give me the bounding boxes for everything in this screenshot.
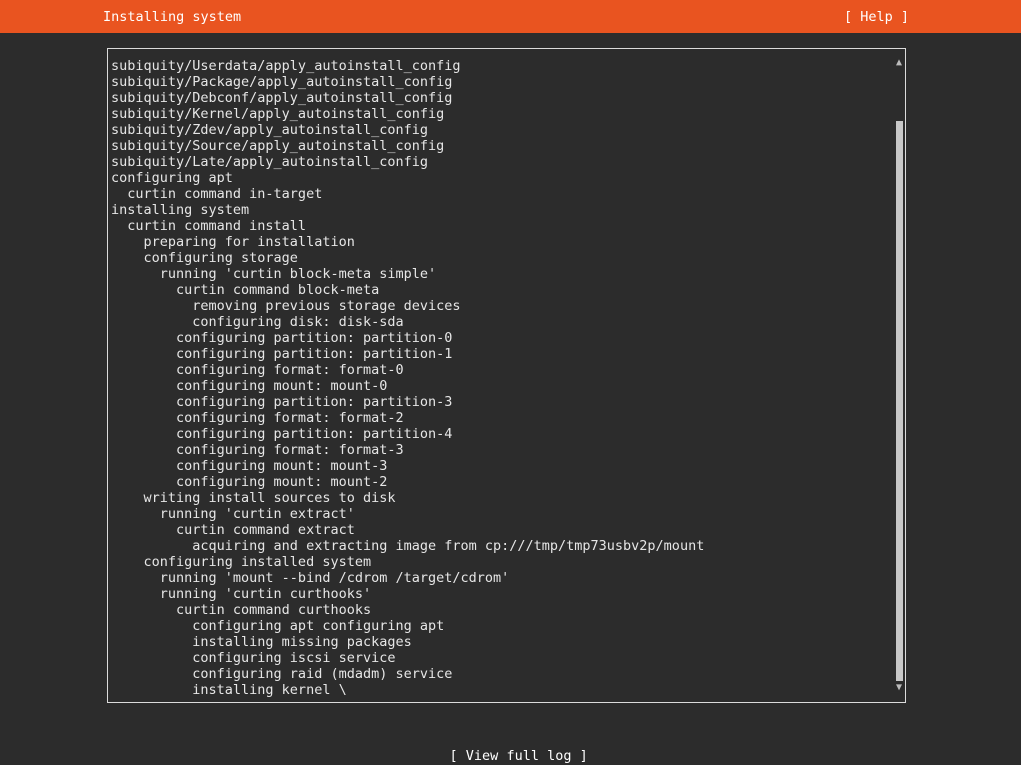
install-log-list: subiquity/Userdata/apply_autoinstall_con… [111, 58, 704, 698]
log-line: curtin command extract [111, 522, 355, 538]
log-line: removing previous storage devices [111, 298, 461, 314]
log-line: subiquity/Debconf/apply_autoinstall_conf… [111, 90, 453, 106]
log-line: running 'curtin block-meta simple' [111, 266, 437, 282]
log-line: configuring disk: disk-sda [111, 314, 404, 330]
log-line: subiquity/Kernel/apply_autoinstall_confi… [111, 106, 445, 122]
help-button[interactable]: [ Help ] [844, 8, 909, 26]
scroll-down-icon[interactable]: ▼ [894, 682, 904, 694]
log-line: installing system [111, 202, 250, 218]
log-line: configuring installed system [111, 554, 372, 570]
log-line: configuring mount: mount-3 [111, 458, 388, 474]
log-line: configuring partition: partition-1 [111, 346, 453, 362]
log-line: subiquity/Late/apply_autoinstall_config [111, 154, 428, 170]
log-line: curtin command install [111, 218, 307, 234]
log-line: curtin command curthooks [111, 602, 372, 618]
log-line: writing install sources to disk [111, 490, 396, 506]
log-line: configuring apt configuring apt [111, 618, 445, 634]
log-line: running 'curtin extract' [111, 506, 355, 522]
header-bar: Installing system [ Help ] [0, 0, 1021, 33]
view-full-log-button[interactable]: [ View full log ] [450, 748, 588, 764]
log-line: installing missing packages [111, 634, 412, 650]
log-line: configuring iscsi service [111, 650, 396, 666]
log-line: subiquity/Userdata/apply_autoinstall_con… [111, 58, 461, 74]
scrollbar-thumb[interactable] [896, 121, 903, 681]
log-line: configuring format: format-0 [111, 362, 404, 378]
log-line: preparing for installation [111, 234, 355, 250]
log-line: curtin command in-target [111, 186, 323, 202]
log-line: subiquity/Package/apply_autoinstall_conf… [111, 74, 453, 90]
log-line: configuring partition: partition-3 [111, 394, 453, 410]
log-line: configuring mount: mount-2 [111, 474, 388, 490]
log-line: configuring apt [111, 170, 233, 186]
log-line: running 'curtin curthooks' [111, 586, 372, 602]
log-line: curtin command block-meta [111, 282, 380, 298]
log-line: running 'mount --bind /cdrom /target/cdr… [111, 570, 510, 586]
log-line: acquiring and extracting image from cp:/… [111, 538, 705, 554]
log-line: installing kernel \ [111, 682, 347, 698]
log-line: configuring mount: mount-0 [111, 378, 388, 394]
page-title: Installing system [103, 9, 242, 25]
log-line: configuring partition: partition-0 [111, 330, 453, 346]
scroll-up-icon[interactable]: ▲ [894, 57, 904, 69]
log-line: configuring storage [111, 250, 298, 266]
log-line: configuring format: format-2 [111, 410, 404, 426]
log-line: subiquity/Source/apply_autoinstall_confi… [111, 138, 445, 154]
log-line: configuring partition: partition-4 [111, 426, 453, 442]
log-line: configuring format: format-3 [111, 442, 404, 458]
install-log-panel[interactable]: subiquity/Userdata/apply_autoinstall_con… [107, 48, 906, 703]
log-line: subiquity/Zdev/apply_autoinstall_config [111, 122, 428, 138]
log-line: configuring raid (mdadm) service [111, 666, 453, 682]
view-log-row: [ View full log ] [0, 729, 1021, 765]
